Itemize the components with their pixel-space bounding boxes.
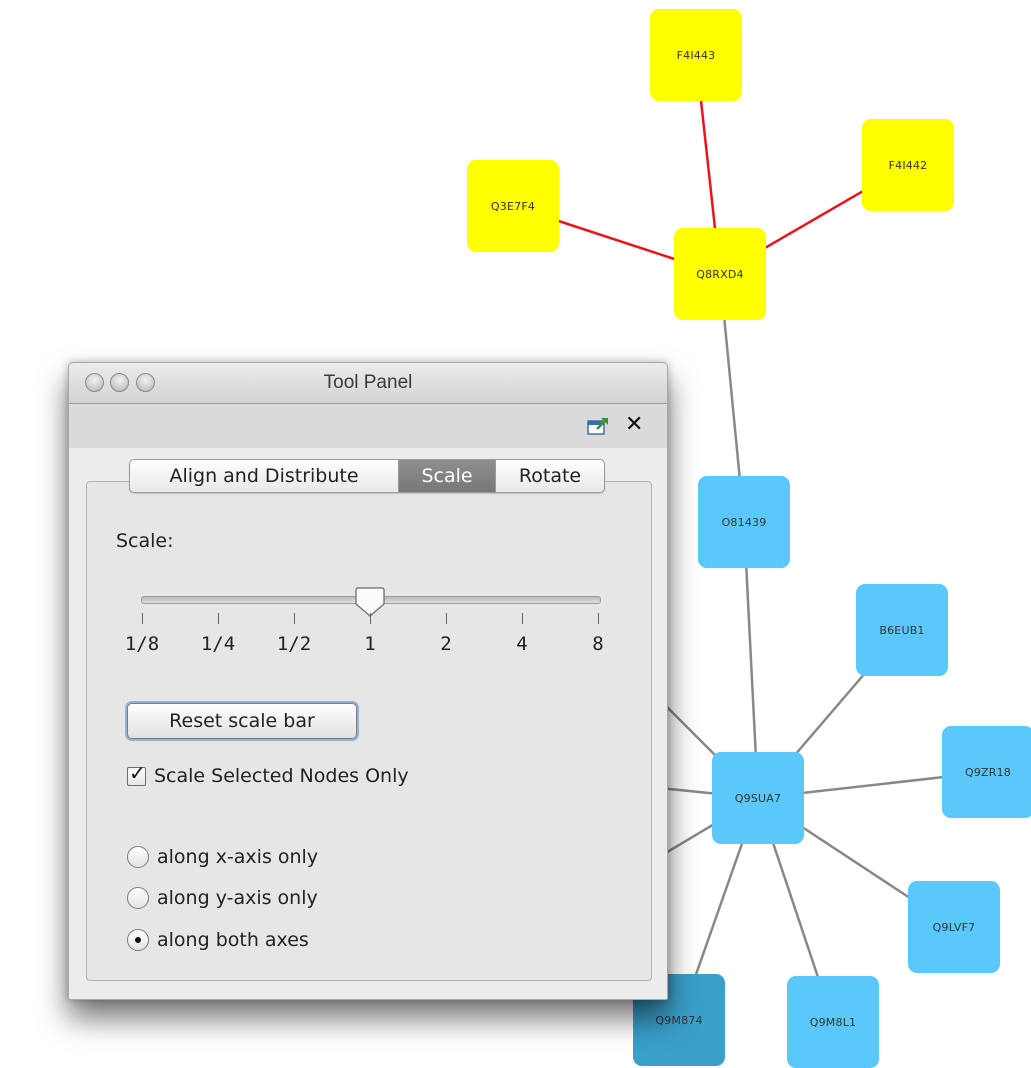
slider-tick-mark bbox=[598, 613, 599, 624]
radio-label: along y-axis only bbox=[157, 887, 318, 909]
tool-panel-window: Tool Panel ✕ Align and Distribute Scale … bbox=[68, 362, 668, 1000]
slider-tick-label: 4 bbox=[516, 633, 528, 655]
graph-node-q9m8l1[interactable]: Q9M8L1 bbox=[787, 976, 879, 1068]
graph-node-q9sua7[interactable]: Q9SUA7 bbox=[712, 752, 804, 844]
window-titlebar[interactable]: Tool Panel bbox=[69, 363, 667, 404]
slider-tick-label: 1 bbox=[364, 633, 376, 655]
graph-node-o81439[interactable]: O81439 bbox=[698, 476, 790, 568]
radio-along-both-axes[interactable]: along both axes bbox=[127, 929, 309, 951]
slider-tick-mark bbox=[370, 613, 371, 624]
slider-tick-mark bbox=[522, 613, 523, 624]
tab-rotate[interactable]: Rotate bbox=[495, 460, 604, 492]
graph-node-f4i443[interactable]: F4I443 bbox=[650, 9, 742, 101]
window-title: Tool Panel bbox=[323, 372, 413, 393]
close-icon[interactable]: ✕ bbox=[625, 412, 643, 437]
slider-tick-label: 1/8 bbox=[124, 633, 160, 655]
slider-tick-label: 1/4 bbox=[200, 633, 236, 655]
graph-node-q8rxd4[interactable]: Q8RXD4 bbox=[674, 228, 766, 320]
radio-along-x-axis-only[interactable]: along x-axis only bbox=[127, 846, 318, 868]
slider-tick-label: 2 bbox=[440, 633, 452, 655]
graph-node-b6eub1[interactable]: B6EUB1 bbox=[856, 584, 948, 676]
checkbox-label: Scale Selected Nodes Only bbox=[154, 765, 409, 787]
tab-bar: Align and Distribute Scale Rotate bbox=[129, 459, 605, 493]
reset-scale-bar-button[interactable]: Reset scale bar bbox=[127, 703, 357, 739]
radio-circle[interactable] bbox=[127, 887, 149, 909]
checkbox-box[interactable]: ✓ bbox=[127, 761, 146, 786]
slider-tick-mark bbox=[294, 613, 295, 624]
dock-out-icon[interactable] bbox=[587, 416, 609, 436]
radio-selected-dot bbox=[135, 937, 141, 943]
radio-label: along x-axis only bbox=[157, 846, 319, 868]
graph-node-q3e7f4[interactable]: Q3E7F4 bbox=[467, 160, 559, 252]
slider-tick-label: 1/2 bbox=[276, 633, 312, 655]
graph-node-q9lvf7[interactable]: Q9LVF7 bbox=[908, 881, 1000, 973]
radio-along-y-axis-only[interactable]: along y-axis only bbox=[127, 887, 318, 909]
checkmark-icon: ✓ bbox=[129, 760, 146, 785]
graph-node-q9zr18[interactable]: Q9ZR18 bbox=[942, 726, 1031, 818]
scale-label: Scale: bbox=[116, 530, 174, 552]
graph-node-f4i442[interactable]: F4I442 bbox=[862, 119, 954, 211]
slider-tick-mark bbox=[142, 613, 143, 624]
scale-selected-nodes-only-checkbox[interactable]: ✓ Scale Selected Nodes Only bbox=[127, 761, 409, 787]
tab-scale[interactable]: Scale bbox=[398, 460, 495, 492]
slider-tick-mark bbox=[218, 613, 219, 624]
panel-toolbar: ✕ bbox=[69, 404, 667, 448]
radio-label: along both axes bbox=[157, 929, 309, 951]
tab-align-and-distribute[interactable]: Align and Distribute bbox=[130, 460, 398, 492]
slider-tick-mark bbox=[446, 613, 447, 624]
radio-circle[interactable] bbox=[127, 846, 149, 868]
slider-tick-label: 8 bbox=[592, 633, 604, 655]
radio-circle[interactable] bbox=[127, 929, 149, 951]
